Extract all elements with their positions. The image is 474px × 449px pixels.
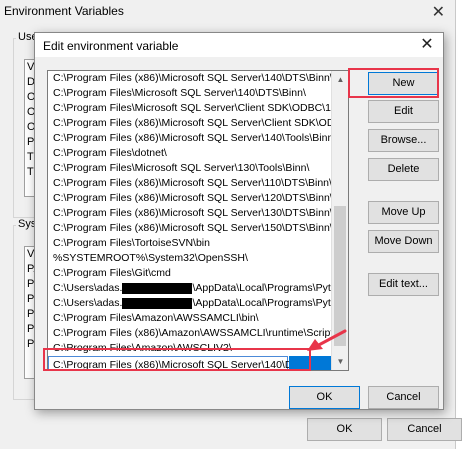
window-title: Environment Variables <box>4 4 124 18</box>
list-item[interactable]: C:\Program Files (x86)\Microsoft SQL Ser… <box>48 191 348 206</box>
list-item[interactable]: C:\Program Files (x86)\Amazon\AWSSAMCLI\… <box>48 326 348 341</box>
list-item[interactable]: C:\Program Files\Microsoft SQL Server\Cl… <box>48 101 348 116</box>
annotation-arrow-icon <box>307 329 347 351</box>
new-button-highlight <box>348 68 439 98</box>
list-item[interactable]: C:\Program Files\Amazon\AWSSAMCLI\bin\ <box>48 311 348 326</box>
scroll-thumb[interactable] <box>334 206 346 346</box>
edited-row-highlight <box>43 348 311 371</box>
edit-environment-variable-dialog: Edit environment variable ✕ C:\Program F… <box>34 32 444 410</box>
env-cancel-button[interactable]: Cancel <box>387 418 462 441</box>
list-item[interactable]: C:\Program Files (x86)\Microsoft SQL Ser… <box>48 176 348 191</box>
path-prefix: C:\Users\adas. <box>53 282 123 294</box>
env-ok-button[interactable]: OK <box>307 418 382 441</box>
list-item[interactable]: C:\Program Files (x86)\Microsoft SQL Ser… <box>48 131 348 146</box>
list-item[interactable]: C:\Users\adas. \AppData\Local\Programs\Py… <box>48 281 348 296</box>
list-item[interactable]: C:\Program Files (x86)\Microsoft SQL Ser… <box>48 71 348 86</box>
list-item[interactable]: C:\Users\adas. \AppData\Local\Programs\Py… <box>48 296 348 311</box>
close-icon[interactable]: ✕ <box>432 2 445 22</box>
scroll-down-icon[interactable]: ▼ <box>332 353 348 370</box>
list-item[interactable]: C:\Program Files\TortoiseSVN\bin <box>48 236 348 251</box>
move-up-button[interactable]: Move Up <box>368 201 439 224</box>
redacted-block <box>122 282 193 294</box>
edit-text-button[interactable]: Edit text... <box>368 273 439 296</box>
path-list[interactable]: C:\Program Files (x86)\Microsoft SQL Ser… <box>47 70 349 371</box>
close-icon[interactable]: ✕ <box>417 34 437 54</box>
move-down-button[interactable]: Move Down <box>368 230 439 253</box>
list-item[interactable]: %SYSTEMROOT%\System32\OpenSSH\ <box>48 251 348 266</box>
list-item[interactable]: C:\Program Files (x86)\Microsoft SQL Ser… <box>48 206 348 221</box>
delete-button[interactable]: Delete <box>368 158 439 181</box>
list-item[interactable]: C:\Program Files\dotnet\ <box>48 146 348 161</box>
path-suffix: \AppData\Local\Programs\Python... <box>192 282 348 294</box>
dialog-title: Edit environment variable <box>43 39 179 53</box>
path-list-scrollbar[interactable]: ▲ ▼ <box>331 71 348 370</box>
cancel-button[interactable]: Cancel <box>368 386 439 409</box>
edit-button[interactable]: Edit <box>368 100 439 123</box>
path-suffix: \AppData\Local\Programs\Python... <box>192 297 348 309</box>
list-item[interactable]: C:\Program Files (x86)\Microsoft SQL Ser… <box>48 221 348 236</box>
dialog-titlebar: Edit environment variable ✕ <box>35 33 443 57</box>
path-prefix: C:\Users\adas. <box>53 297 123 309</box>
browse-button[interactable]: Browse... <box>368 129 439 152</box>
scroll-up-icon[interactable]: ▲ <box>332 71 348 88</box>
list-item[interactable]: C:\Program Files (x86)\Microsoft SQL Ser… <box>48 116 348 131</box>
list-item[interactable]: C:\Program Files\Git\cmd <box>48 266 348 281</box>
list-item[interactable]: C:\Program Files\Microsoft SQL Server\14… <box>48 86 348 101</box>
ok-button[interactable]: OK <box>289 386 360 409</box>
list-item[interactable]: C:\Program Files\Microsoft SQL Server\13… <box>48 161 348 176</box>
redacted-block <box>122 297 193 309</box>
